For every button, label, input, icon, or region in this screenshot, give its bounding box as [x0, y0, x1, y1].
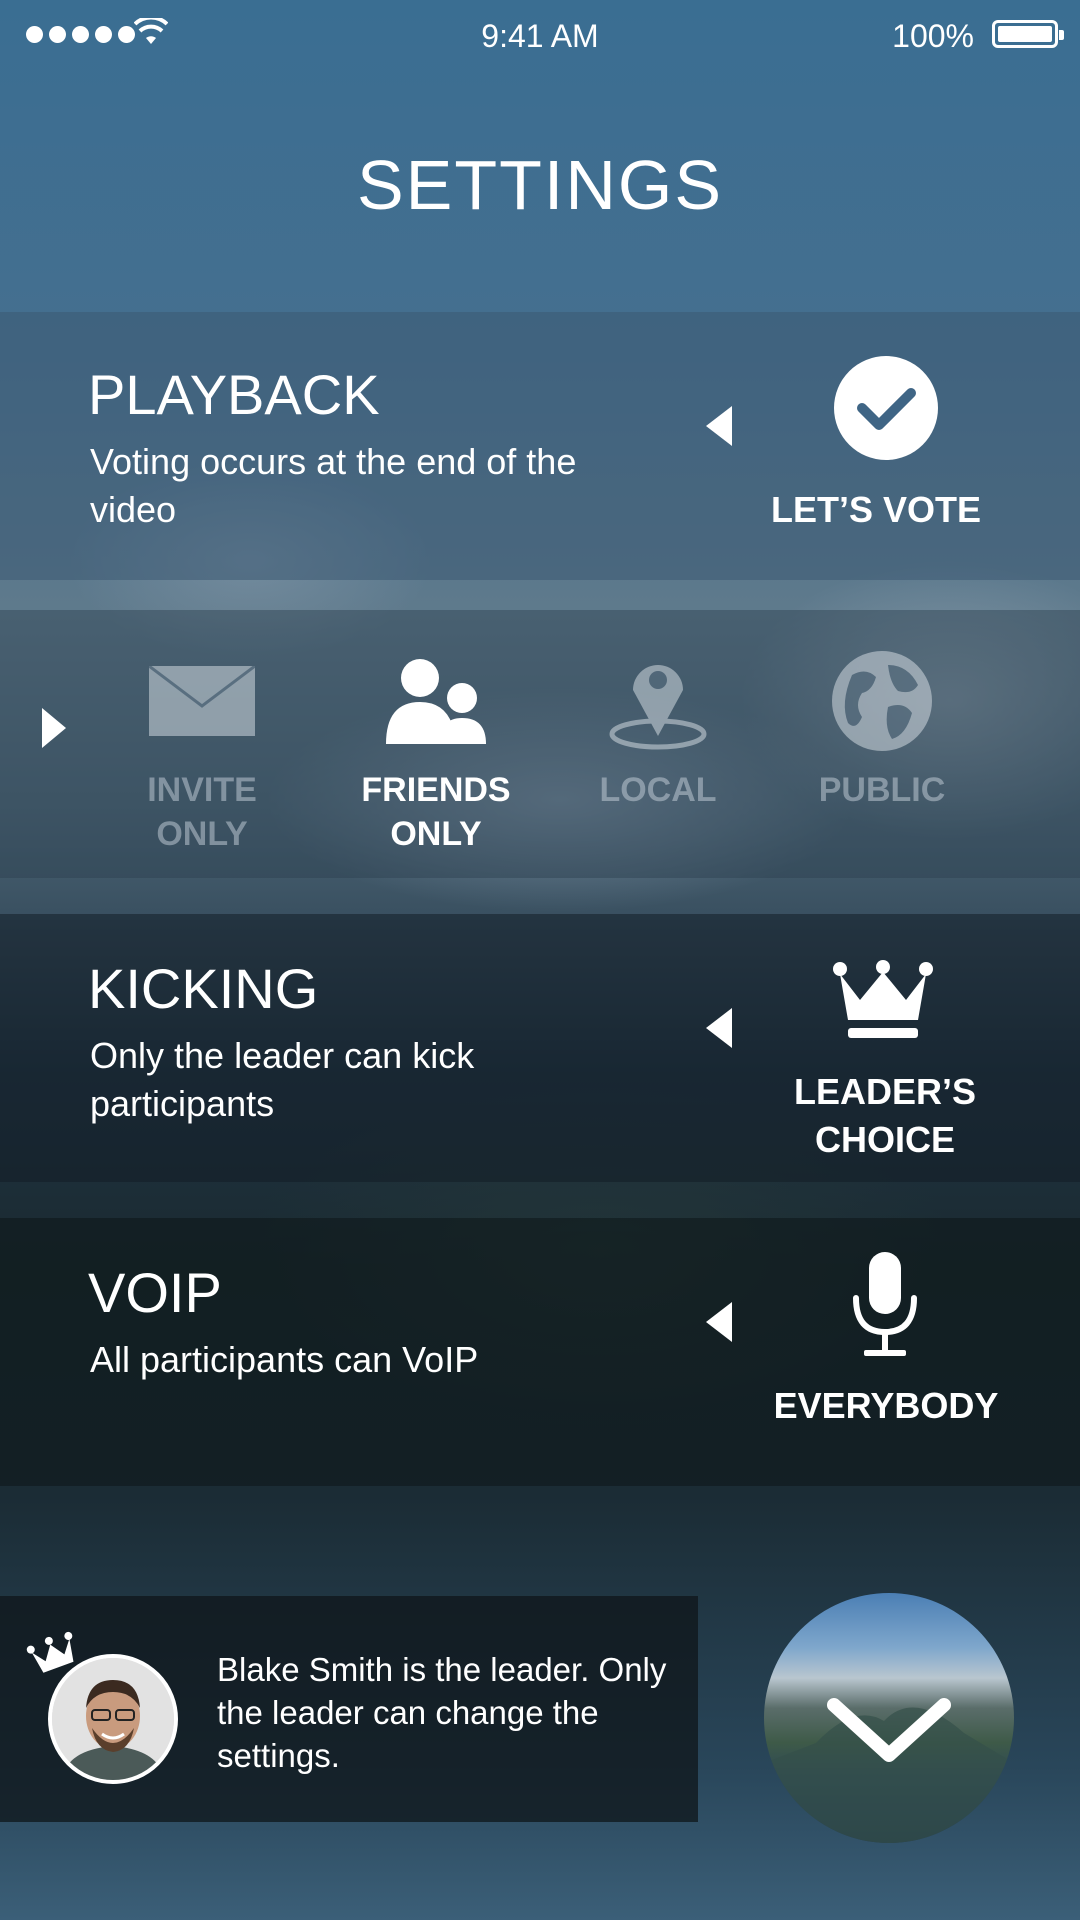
visibility-friends-only-label: FRIENDS ONLY — [361, 771, 511, 853]
voip-prev-arrow[interactable] — [706, 1302, 732, 1342]
envelope-icon — [149, 666, 255, 736]
people-icon — [386, 659, 486, 744]
playback-title: PLAYBACK — [88, 363, 380, 426]
kicking-option[interactable]: LEADER’S CHOICE — [760, 1068, 1010, 1164]
visibility-local-label: LOCAL — [599, 771, 717, 809]
microphone-icon[interactable] — [852, 1252, 918, 1358]
leader-info: Blake Smith is the leader. Only the lead… — [0, 1596, 698, 1822]
voip-option[interactable]: EVERYBODY — [756, 1382, 1016, 1430]
visibility-invite-only-label: INVITE ONLY — [147, 771, 257, 853]
chevron-down-button[interactable] — [764, 1593, 1014, 1843]
check-circle-icon[interactable] — [834, 356, 938, 460]
kicking-prev-arrow[interactable] — [706, 1008, 732, 1048]
voip-description: All participants can VoIP — [90, 1339, 479, 1380]
kicking-title: KICKING — [88, 957, 319, 1020]
visibility-public[interactable]: PUBLIC — [792, 646, 972, 812]
battery-icon — [992, 20, 1064, 48]
location-pin-icon — [609, 665, 707, 750]
chevron-down-icon — [764, 1698, 1014, 1843]
kicking-setting: KICKING Only the leader can kick partici… — [0, 914, 1080, 1182]
visibility-setting: INVITE ONLY FRIENDS ONLY LOCAL PUBLIC — [0, 610, 1080, 878]
playback-option[interactable]: LET’S VOTE — [756, 486, 996, 534]
visibility-friends-only[interactable]: FRIENDS ONLY — [346, 646, 526, 856]
playback-setting: PLAYBACK Voting occurs at the end of the… — [0, 312, 1080, 580]
visibility-public-label: PUBLIC — [818, 771, 946, 809]
visibility-invite-only[interactable]: INVITE ONLY — [112, 646, 292, 856]
visibility-local[interactable]: LOCAL — [568, 646, 748, 812]
voip-setting: VOIP All participants can VoIP EVERYBODY — [0, 1218, 1080, 1486]
status-bar: 9:41 AM 100% — [0, 0, 1080, 70]
visibility-prev-arrow[interactable] — [42, 708, 66, 748]
crown-icon[interactable] — [832, 960, 934, 1040]
battery-percentage: 100% — [892, 18, 974, 54]
voip-title: VOIP — [88, 1261, 222, 1324]
playback-description: Voting occurs at the end of the video — [90, 441, 577, 530]
playback-prev-arrow[interactable] — [706, 406, 732, 446]
leader-photo — [52, 1658, 174, 1780]
kicking-description: Only the leader can kick participants — [90, 1035, 475, 1124]
avatar — [48, 1654, 178, 1784]
globe-icon — [832, 651, 932, 751]
leader-message: Blake Smith is the leader. Only the lead… — [217, 1651, 667, 1774]
page-title: SETTINGS — [356, 146, 724, 224]
